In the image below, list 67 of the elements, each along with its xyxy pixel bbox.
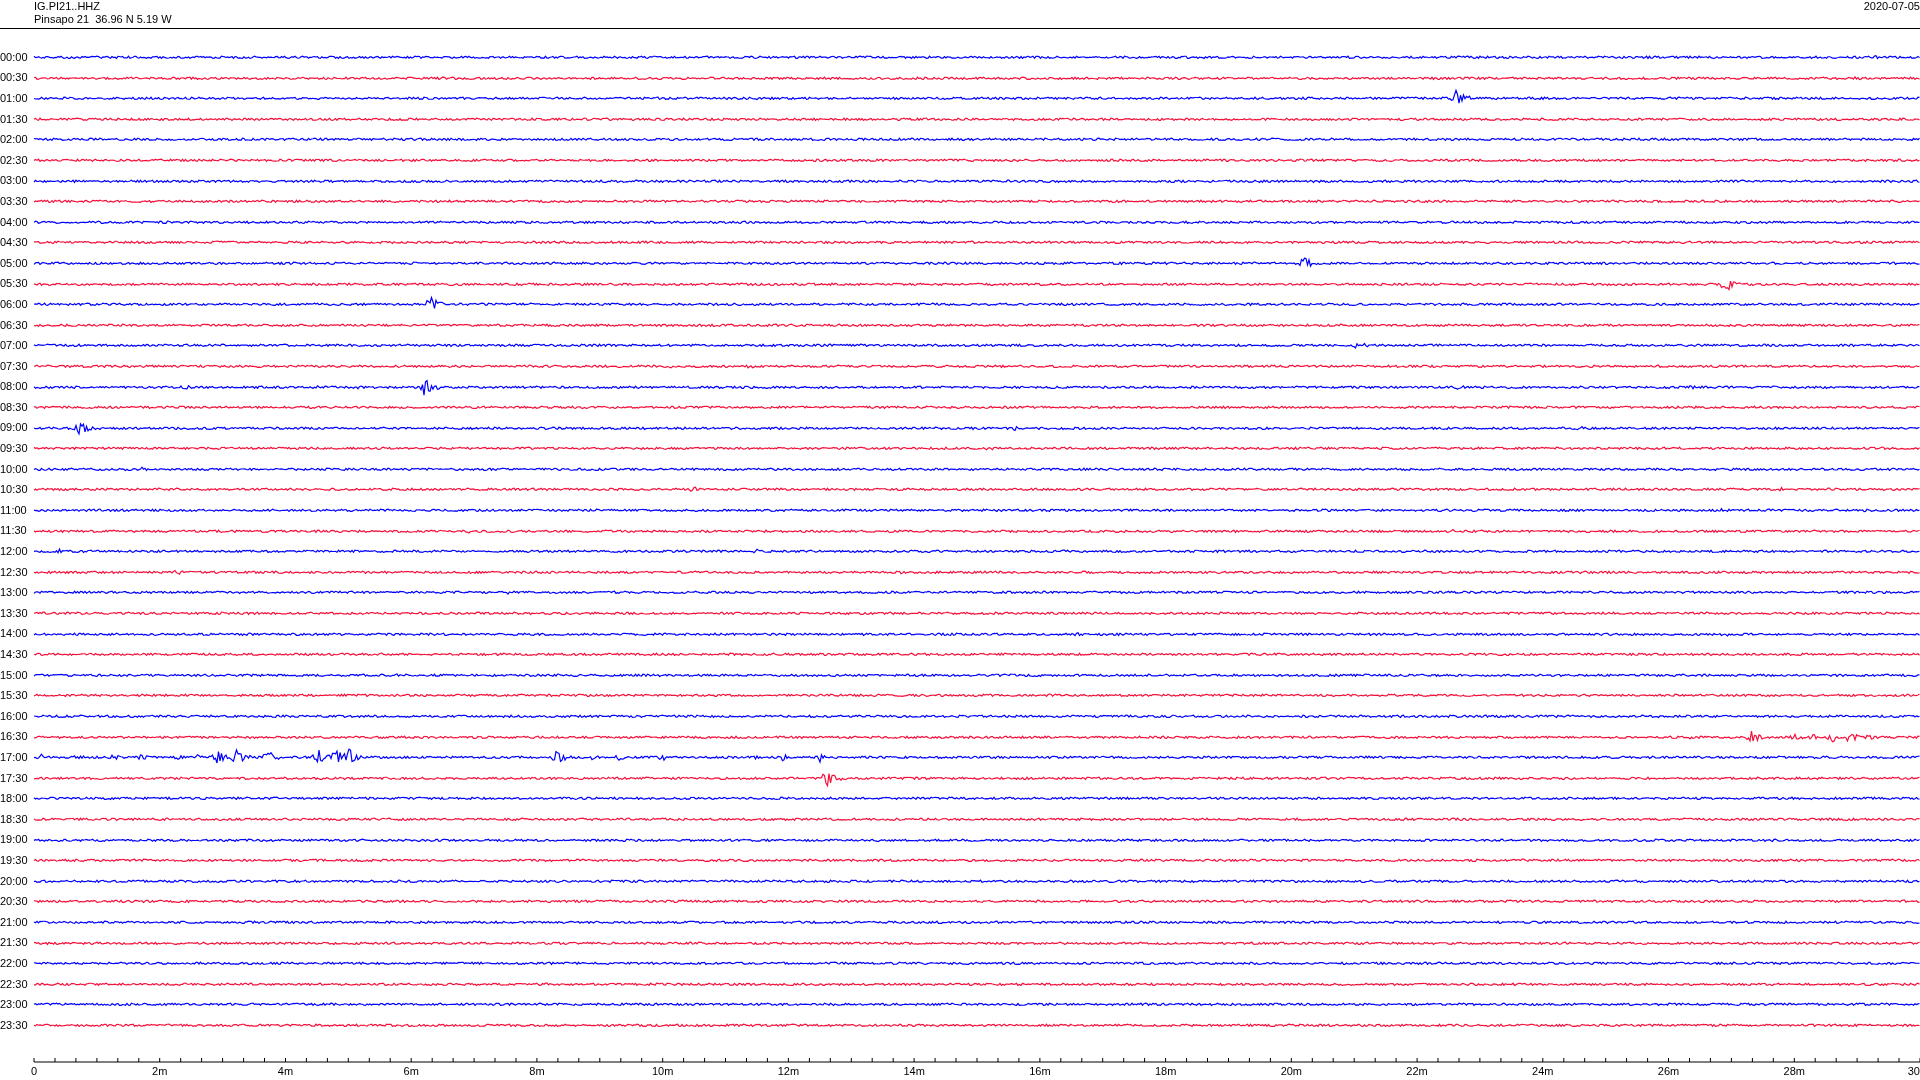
time-label: 05:00 <box>0 256 29 270</box>
station-location: Pinsapo 21 36.96 N 5.19 W <box>34 13 172 26</box>
time-label: 10:00 <box>0 462 29 476</box>
time-label: 20:30 <box>0 895 29 909</box>
date-label: 2020-07-05 <box>1863 0 1920 13</box>
axis-tick-label: 18m <box>1154 1065 1177 1077</box>
time-label: 00:00 <box>0 50 29 64</box>
time-label: 23:00 <box>0 998 29 1012</box>
time-label: 02:30 <box>0 153 29 167</box>
time-label: 03:30 <box>0 194 29 208</box>
axis-tick-label: 2m <box>152 1065 168 1077</box>
axis-tick-label: 28m <box>1783 1065 1805 1077</box>
time-label: 16:00 <box>0 709 29 723</box>
time-label: 06:30 <box>0 318 29 332</box>
time-label: 22:30 <box>0 977 29 991</box>
time-label: 19:30 <box>0 853 29 867</box>
axis-tick-label: 12m <box>777 1065 800 1077</box>
time-label: 11:30 <box>0 524 28 538</box>
time-label: 17:00 <box>0 751 29 764</box>
time-label: 21:00 <box>0 915 29 929</box>
time-label: 03:00 <box>0 174 29 188</box>
axis-tick-label: 26m <box>1657 1065 1680 1077</box>
time-label: 00:30 <box>0 71 29 85</box>
time-label: 07:00 <box>0 339 29 353</box>
time-label: 01:00 <box>0 92 29 105</box>
time-label: 15:00 <box>0 668 29 682</box>
time-label: 18:00 <box>0 792 29 806</box>
axis-tick-label: 16m <box>1029 1065 1051 1077</box>
time-label: 21:30 <box>0 936 29 950</box>
time-label: 19:00 <box>0 833 29 847</box>
time-label: 09:00 <box>0 421 29 435</box>
time-label: 06:00 <box>0 297 29 311</box>
time-label: 14:00 <box>0 627 29 641</box>
axis-tick-label: 20m <box>1280 1065 1303 1077</box>
time-label: 13:00 <box>0 586 29 600</box>
axis-tick-label: 4m <box>277 1065 294 1077</box>
axis-tick-label: 14m <box>903 1065 925 1077</box>
axis-tick-label: 6m <box>403 1065 419 1077</box>
axis-tick-label: 30 <box>1907 1065 1920 1077</box>
time-label: 05:30 <box>0 277 29 291</box>
axis-tick-label: 8m <box>529 1065 545 1077</box>
time-label: 04:30 <box>0 236 29 250</box>
axis-tick-label: 24m <box>1532 1065 1554 1077</box>
time-label: 14:30 <box>0 648 29 661</box>
time-label: 02:00 <box>0 133 29 147</box>
time-label: 09:30 <box>0 442 29 456</box>
time-label: 12:00 <box>0 545 29 559</box>
axis-tick-label: 0 <box>30 1065 38 1077</box>
time-label: 22:00 <box>0 956 29 970</box>
time-label: 23:30 <box>0 1018 29 1032</box>
time-label: 07:30 <box>0 359 29 373</box>
time-label: 10:30 <box>0 483 29 497</box>
axis-tick-label: 10m <box>651 1065 674 1077</box>
time-label: 04:00 <box>0 215 29 229</box>
time-label: 13:30 <box>0 606 29 620</box>
time-label: 08:00 <box>0 380 29 394</box>
station-code: IG.PI21..HHZ <box>34 0 102 13</box>
time-label: 16:30 <box>0 730 29 744</box>
time-label: 20:00 <box>0 874 29 888</box>
axis-tick-label: 22m <box>1406 1065 1428 1077</box>
time-label: 08:30 <box>0 400 29 414</box>
time-label: 01:30 <box>0 112 29 126</box>
time-label: 15:30 <box>0 689 29 703</box>
time-label: 12:30 <box>0 565 29 579</box>
time-label: 11:00 <box>0 503 28 517</box>
time-label: 17:30 <box>0 771 29 785</box>
time-label: 18:30 <box>0 812 29 826</box>
